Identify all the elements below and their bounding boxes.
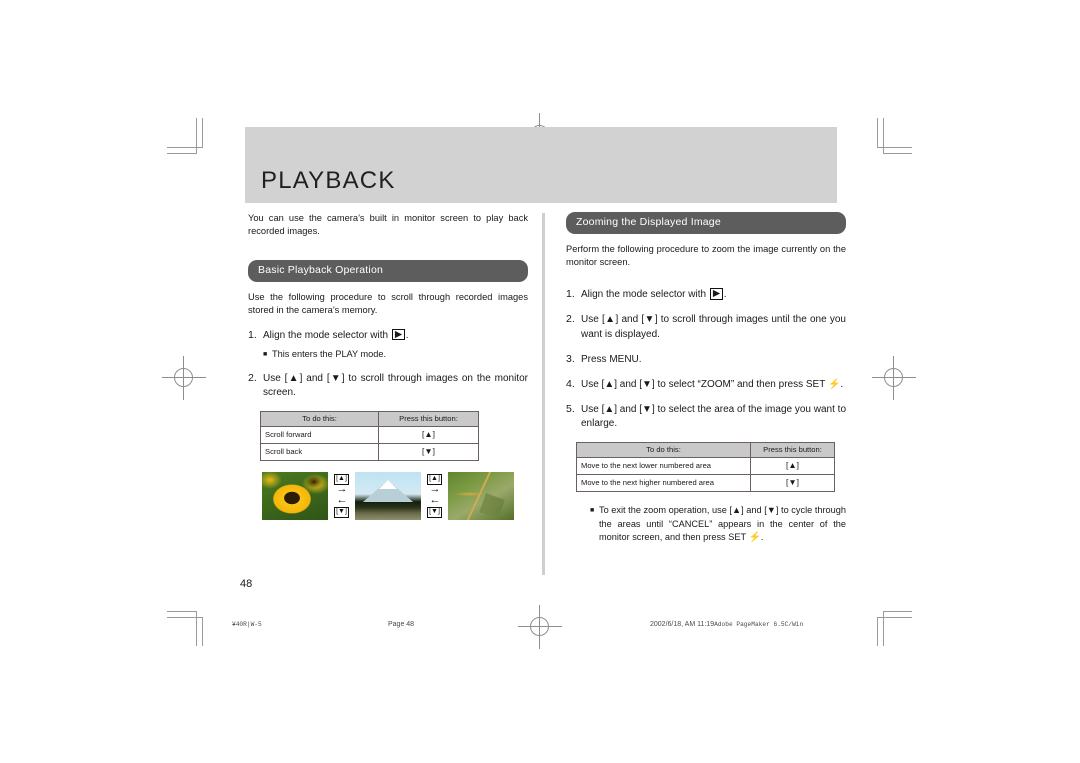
zoom-area-button-table: To do this: Press this button: Move to t… (576, 441, 835, 493)
step-1-left: 1. Align the mode selector with ▶. (248, 328, 528, 343)
bullet-play-mode: ■ This enters the PLAY mode. (263, 348, 528, 361)
table-row: Move to the next lower numbered area [▲] (576, 457, 835, 476)
step-3-right: 3. Press MENU. (566, 353, 846, 367)
basic-playback-intro: Use the following procedure to scroll th… (248, 292, 528, 316)
right-column: Zooming the Displayed Image Perform the … (566, 212, 846, 545)
down-key-icon: [▼] (334, 507, 349, 518)
flower-photo (262, 472, 328, 520)
bullet-text-before: To exit the zoom operation, use [▲] and … (599, 505, 846, 542)
footer-page-label: Page 48 (388, 621, 415, 628)
section-header-basic-playback: Basic Playback Operation (248, 260, 528, 283)
arrow-group-1: [▲] → ← [▼] (328, 474, 355, 518)
step-text-after: . (840, 379, 844, 391)
registration-mark-right (872, 356, 916, 400)
table-row: Move to the next higher numbered area [▼… (576, 474, 835, 493)
step-text: Align the mode selector with ▶. (581, 288, 846, 302)
left-arrow-icon: ← (336, 494, 348, 506)
bullet-exit-zoom: ■ To exit the zoom operation, use [▲] an… (590, 504, 846, 545)
step-text: Use [▲] and [▼] to scroll through images… (581, 314, 846, 340)
crop-mark-bottom-left (167, 600, 213, 646)
printed-page: PLAYBACK You can use the camera’s built … (0, 0, 1080, 763)
play-mode-icon: ▶ (391, 328, 405, 341)
zooming-intro: Perform the following procedure to zoom … (566, 243, 846, 268)
step-text: Press MENU. (581, 353, 642, 365)
footer-software: Adobe PageMaker 6.5C/Win (714, 621, 804, 628)
table-header-button: Press this button: (750, 441, 835, 459)
page-title: PLAYBACK (261, 167, 396, 194)
registration-mark-bottom (518, 605, 562, 649)
step-number: 3. (566, 352, 575, 365)
step-5-right: 5. Use [▲] and [▼] to select the area of… (566, 403, 846, 431)
footer-timestamp: 2002/6/18, AM 11:19Adobe PageMaker 6.5C/… (650, 621, 803, 628)
table-header-action: To do this: (260, 410, 379, 428)
table-cell-action: Scroll forward (260, 426, 379, 445)
playback-photo-strip: [▲] → ← [▼] [▲] → ← [▼] (262, 472, 514, 520)
step-text: Align the mode selector with ▶. (263, 328, 528, 343)
table-header-button: Press this button: (378, 410, 479, 428)
step-2-right: 2. Use [▲] and [▼] to scroll through ima… (566, 313, 846, 341)
arrow-group-2: [▲] → ← [▼] (421, 474, 448, 518)
table-header-row: To do this: Press this button: (260, 410, 479, 428)
table-header-row: To do this: Press this button: (576, 441, 835, 459)
step-4-right: 4. Use [▲] and [▼] to select “ZOOM” and … (566, 378, 846, 392)
flash-bolt-icon: ⚡ (748, 531, 761, 543)
page-number: 48 (240, 578, 253, 590)
scroll-button-table: To do this: Press this button: Scroll fo… (260, 410, 479, 462)
step-text-after: . (723, 289, 727, 301)
step-text-before: Align the mode selector with (263, 329, 391, 341)
step-text: Use [▲] and [▼] to scroll through images… (263, 373, 528, 399)
registration-mark-left (162, 356, 206, 400)
step-number: 1. (566, 288, 575, 301)
footer-file-label: ¥40R|W-5 (232, 621, 262, 628)
table-cell-action: Move to the next lower numbered area (576, 457, 751, 476)
footer-date-time: 2002/6/18, AM 11:19 (650, 621, 715, 628)
bullet-text-after: . (760, 531, 764, 542)
step-text: Use [▲] and [▼] to select the area of th… (581, 404, 846, 430)
bullet-text: To exit the zoom operation, use [▲] and … (599, 504, 846, 545)
step-number: 1. (248, 328, 257, 341)
crop-mark-top-left (167, 118, 213, 164)
step-text-before: Use [▲] and [▼] to select “ZOOM” and the… (581, 379, 828, 391)
table-header-action: To do this: (576, 441, 751, 459)
dragonfly-photo (448, 472, 514, 520)
step-2-left: 2. Use [▲] and [▼] to scroll through ima… (248, 372, 528, 400)
step-number: 2. (248, 372, 257, 385)
step-text-before: Align the mode selector with (581, 289, 709, 301)
play-mode-icon: ▶ (709, 288, 723, 300)
column-divider (542, 213, 545, 575)
mountain-photo (355, 472, 421, 520)
bullet-text: This enters the PLAY mode. (272, 348, 387, 359)
left-arrow-icon: ← (429, 494, 441, 506)
square-bullet-icon: ■ (590, 507, 595, 515)
flash-bolt-icon: ⚡ (827, 379, 841, 391)
step-text-after: . (405, 329, 409, 341)
crop-mark-bottom-right (866, 600, 912, 646)
table-row: Scroll forward [▲] (260, 426, 479, 445)
left-column: You can use the camera’s built in monito… (248, 212, 528, 462)
section-header-zooming: Zooming the Displayed Image (566, 212, 846, 234)
step-number: 5. (566, 403, 575, 416)
table-cell-button: [▲] (750, 457, 835, 476)
table-cell-action: Move to the next higher numbered area (576, 474, 751, 493)
chapter-intro-text: You can use the camera’s built in monito… (248, 213, 528, 237)
step-number: 4. (566, 378, 575, 391)
table-row: Scroll back [▼] (260, 443, 479, 462)
step-1-right: 1. Align the mode selector with ▶. (566, 288, 846, 302)
step-text: Use [▲] and [▼] to select “ZOOM” and the… (581, 378, 846, 392)
square-bullet-icon: ■ (263, 350, 268, 358)
table-cell-button: [▲] (378, 426, 479, 445)
table-cell-button: [▼] (378, 443, 479, 462)
chapter-banner: PLAYBACK (245, 127, 837, 203)
crop-mark-top-right (866, 118, 912, 164)
table-cell-button: [▼] (750, 474, 835, 493)
step-number: 2. (566, 313, 575, 326)
table-cell-action: Scroll back (260, 443, 379, 462)
down-key-icon: [▼] (427, 507, 442, 518)
